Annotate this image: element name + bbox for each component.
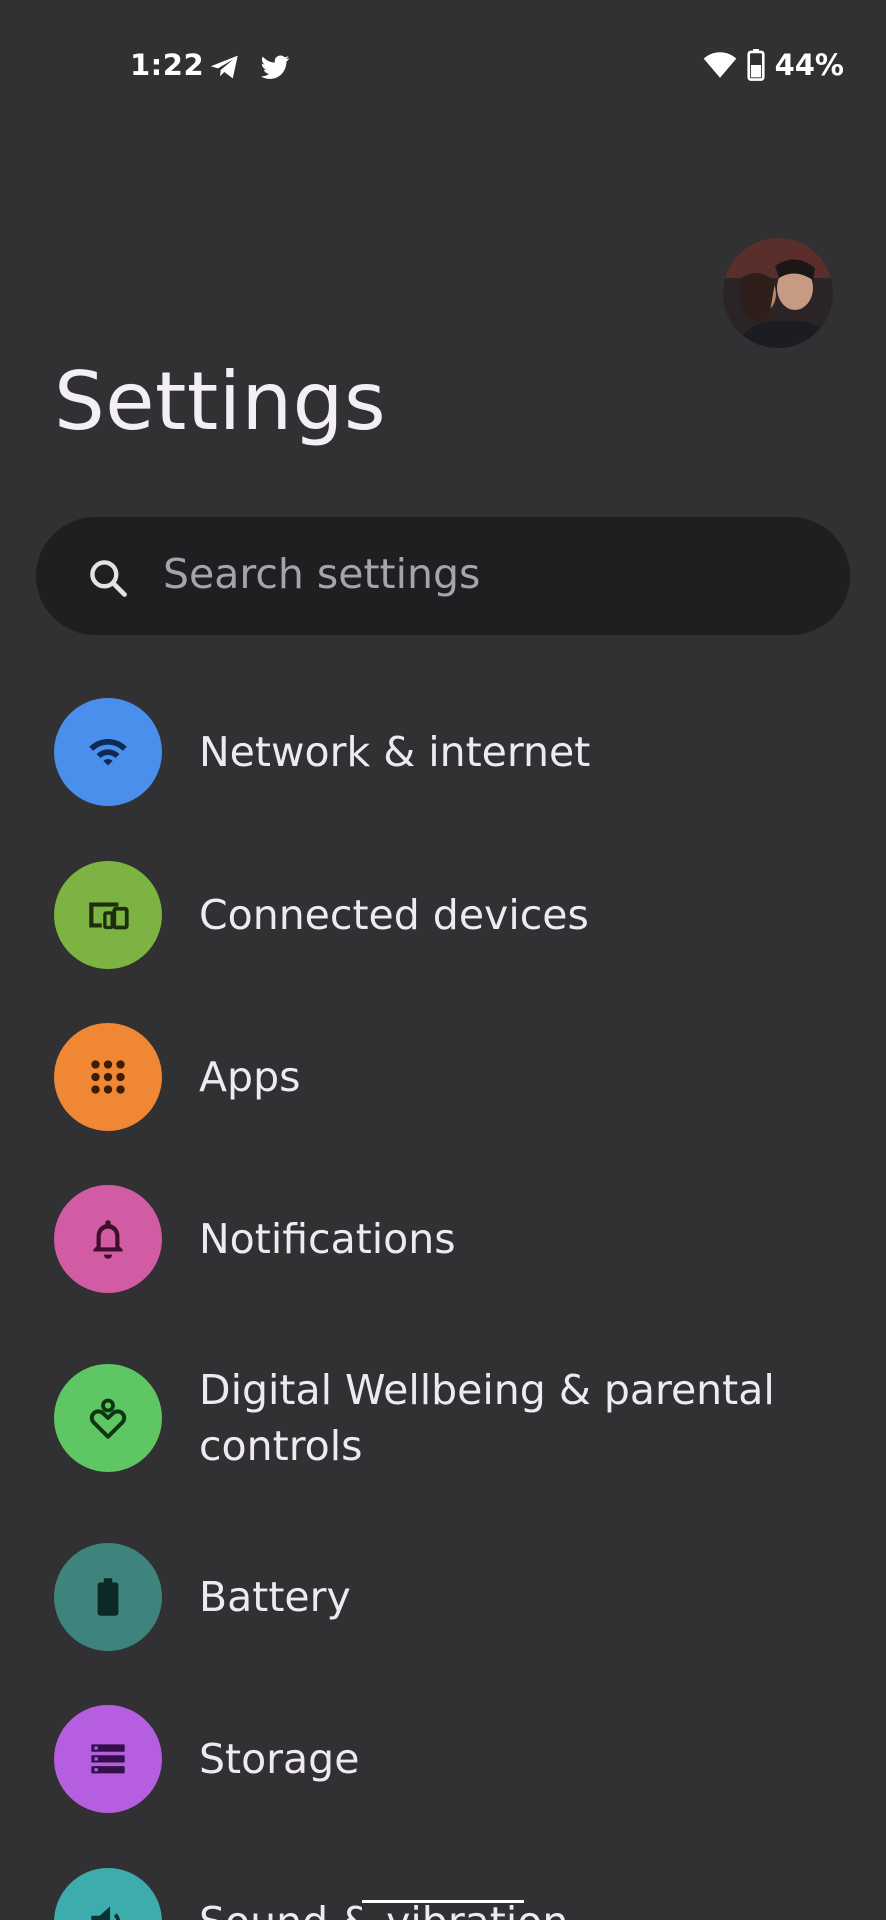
battery-icon: [97, 1578, 119, 1616]
battery-icon-badge: [54, 1543, 162, 1651]
avatar-photo-icon: [723, 238, 833, 348]
settings-item-label: Network & internet: [199, 728, 591, 776]
settings-item-battery[interactable]: Battery: [0, 1543, 886, 1651]
bell-icon: [93, 1220, 123, 1259]
wifi-icon: [703, 52, 736, 78]
status-right-group: 44%: [703, 48, 844, 82]
wellbeing-icon-badge: [54, 1364, 162, 1472]
battery-icon: [746, 49, 765, 81]
wifi-icon: [89, 739, 127, 766]
settings-item-label: Digital Wellbeing & parental controls: [199, 1366, 775, 1470]
settings-item-apps[interactable]: Apps: [0, 1023, 886, 1131]
storage-icon: [91, 1744, 125, 1774]
settings-item-label: Apps: [199, 1053, 301, 1101]
battery-percent: 44%: [774, 48, 844, 82]
sound-icon-badge: [54, 1868, 162, 1920]
status-bar: 1:22 44%: [0, 0, 886, 136]
notifications-icon-badge: [54, 1185, 162, 1293]
apps-grid-icon: [91, 1060, 125, 1094]
search-placeholder[interactable]: Search settings: [163, 550, 480, 598]
apps-icon-badge: [54, 1023, 162, 1131]
settings-item-notifications[interactable]: Notifications: [0, 1185, 886, 1293]
wellbeing-icon: [89, 1398, 127, 1439]
page-title: Settings: [54, 355, 387, 448]
search-icon: [90, 560, 127, 597]
settings-item-connected-devices[interactable]: Connected devices: [0, 861, 886, 969]
status-time: 1:22: [130, 48, 205, 82]
devices-icon: [89, 902, 129, 930]
storage-icon-badge: [54, 1705, 162, 1813]
network-icon-badge: [54, 698, 162, 806]
settings-item-label: Notifications: [199, 1215, 456, 1263]
settings-item-label: Storage: [199, 1735, 360, 1783]
account-avatar[interactable]: [723, 238, 833, 348]
settings-item-label: Sound & vibration: [199, 1894, 839, 1920]
devices-icon-badge: [54, 861, 162, 969]
settings-item-sound[interactable]: Sound & vibration: [0, 1868, 886, 1920]
settings-item-storage[interactable]: Storage: [0, 1705, 886, 1813]
settings-item-label: Connected devices: [199, 891, 589, 939]
settings-item-network[interactable]: Network & internet: [0, 698, 886, 806]
settings-item-label: Battery: [199, 1573, 351, 1621]
scroll-indicator: [362, 1900, 524, 1903]
sound-icon: [91, 1906, 120, 1920]
telegram-icon: [210, 55, 238, 79]
twitter-icon: [260, 55, 290, 79]
settings-item-digital-wellbeing[interactable]: Digital Wellbeing & parental controls: [0, 1364, 886, 1476]
